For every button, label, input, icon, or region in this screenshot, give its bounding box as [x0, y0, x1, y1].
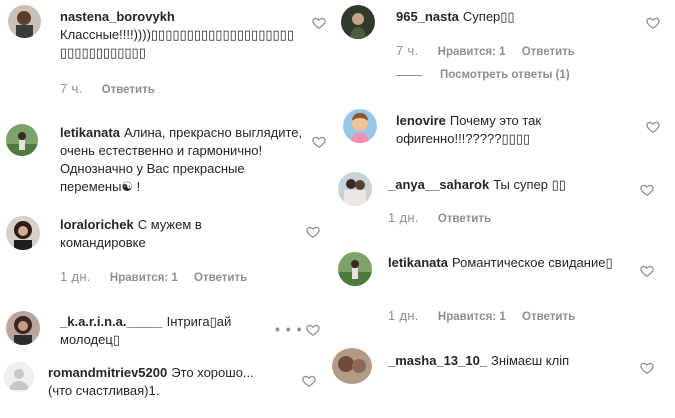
reply-button[interactable]: Ответить [194, 272, 247, 284]
comment-username[interactable]: loralorichek [60, 217, 134, 232]
comment-text: Супер▯▯ [462, 9, 515, 24]
like-heart-icon[interactable] [646, 120, 660, 134]
comment-body: romandmitriev5200 Это хорошо... (что счас… [48, 364, 258, 400]
view-replies-button[interactable]: Посмотреть ответы (1) [440, 69, 570, 81]
like-heart-icon[interactable] [306, 323, 320, 337]
like-heart-icon[interactable] [312, 135, 326, 149]
comment-username[interactable]: letikanata [60, 125, 120, 140]
avatar[interactable] [338, 172, 372, 206]
comment-body: _anya__saharok Ты супер ▯▯ [388, 176, 638, 194]
comment-meta: 1 дн. Нравится: 1 Ответить [60, 269, 260, 284]
comment-body: lenovire Почему это так офигенно!!!?????▯… [396, 112, 636, 148]
comment-item: _k.a.r.i.n.a._____ Інтрига▯ай молодец▯ • … [0, 307, 338, 357]
likes-count[interactable]: Нравится: 1 [438, 311, 506, 323]
comment-body: letikanata Алина, прекрасно выглядите, оч… [60, 124, 305, 196]
comment-time[interactable]: 7 ч. [60, 81, 82, 96]
comment-username[interactable]: romandmitriev5200 [48, 365, 167, 380]
comment-body: _masha_13_10_ Знімаєш кліп [388, 352, 638, 370]
comment-text: Классные!!!!))))▯▯▯▯▯▯▯▯▯▯▯▯▯▯▯▯▯▯▯▯▯▯▯▯… [60, 27, 294, 60]
like-heart-icon[interactable] [640, 183, 654, 197]
like-heart-icon[interactable] [640, 264, 654, 278]
comment-username[interactable]: _k.a.r.i.n.a._____ [60, 314, 163, 329]
reply-button[interactable]: Ответить [438, 213, 491, 225]
replies-divider [396, 75, 422, 76]
avatar[interactable] [332, 348, 372, 384]
avatar[interactable] [338, 252, 372, 286]
comment-time[interactable]: 1 дн. [388, 210, 419, 225]
like-heart-icon[interactable] [312, 16, 326, 30]
comment-text: Ты супер ▯▯ [493, 177, 566, 192]
comment-username[interactable]: _masha_13_10_ [388, 353, 487, 368]
comment-time[interactable]: 7 ч. [396, 43, 418, 58]
likes-count[interactable]: Нравится: 1 [438, 46, 506, 58]
comment-username[interactable]: _anya__saharok [388, 177, 489, 192]
avatar[interactable] [6, 124, 38, 156]
like-heart-icon[interactable] [306, 225, 320, 239]
avatar[interactable] [343, 109, 377, 143]
avatar[interactable] [4, 362, 34, 392]
like-heart-icon[interactable] [302, 374, 316, 388]
comment-item: nastena_borovykh Классные!!!!))))▯▯▯▯▯▯▯… [0, 0, 338, 110]
comment-username[interactable]: lenovire [396, 113, 446, 128]
comment-item: lenovire Почему это так офигенно!!!?????▯… [338, 106, 675, 166]
comment-username[interactable]: 965_nasta [396, 9, 459, 24]
comment-item: letikanata Романтическое свидание▯ 1 дн. … [338, 250, 675, 335]
comment-meta: 7 ч. Нравится: 1 Ответить [396, 43, 588, 58]
comment-body: _k.a.r.i.n.a._____ Інтрига▯ай молодец▯ [60, 313, 270, 349]
comment-meta: 1 дн. Нравится: 1 Ответить [388, 308, 588, 323]
comment-username[interactable]: nastena_borovykh [60, 9, 175, 24]
comment-item: _anya__saharok Ты супер ▯▯ 1 дн. Ответить [338, 170, 675, 240]
like-heart-icon[interactable] [640, 361, 654, 375]
comment-body: 965_nasta Супер▯▯ [396, 8, 636, 26]
comment-item: loralorichek С мужем в командировке 1 дн.… [0, 210, 338, 295]
comment-meta: 7 ч. Ответить [60, 81, 168, 96]
comment-item: 965_nasta Супер▯▯ 7 ч. Нравится: 1 Ответи… [338, 0, 675, 95]
avatar[interactable] [6, 311, 40, 345]
comment-meta: 1 дн. Ответить [388, 210, 504, 225]
comment-time[interactable]: 1 дн. [388, 308, 419, 323]
comment-text: Романтическое свидание▯ [451, 255, 613, 270]
avatar[interactable] [341, 5, 375, 39]
comment-time[interactable]: 1 дн. [60, 269, 91, 284]
comment-username[interactable]: letikanata [388, 255, 448, 270]
more-options-icon[interactable]: • • • [275, 321, 302, 337]
comment-item: _masha_13_10_ Знімаєш кліп [332, 346, 675, 418]
reply-button[interactable]: Ответить [102, 84, 155, 96]
like-heart-icon[interactable] [646, 16, 660, 30]
comment-text: Знімаєш кліп [491, 353, 570, 368]
avatar[interactable] [8, 5, 41, 38]
reply-button[interactable]: Ответить [522, 311, 575, 323]
reply-button[interactable]: Ответить [522, 46, 575, 58]
comment-item: romandmitriev5200 Это хорошо... (что счас… [0, 360, 338, 418]
comment-body: loralorichek С мужем в командировке [60, 216, 290, 252]
comment-body: letikanata Романтическое свидание▯ [388, 254, 638, 272]
comment-body: nastena_borovykh Классные!!!!))))▯▯▯▯▯▯▯… [60, 8, 300, 62]
likes-count[interactable]: Нравится: 1 [110, 272, 178, 284]
avatar[interactable] [6, 216, 40, 250]
comment-item: letikanata Алина, прекрасно выглядите, оч… [0, 118, 338, 208]
